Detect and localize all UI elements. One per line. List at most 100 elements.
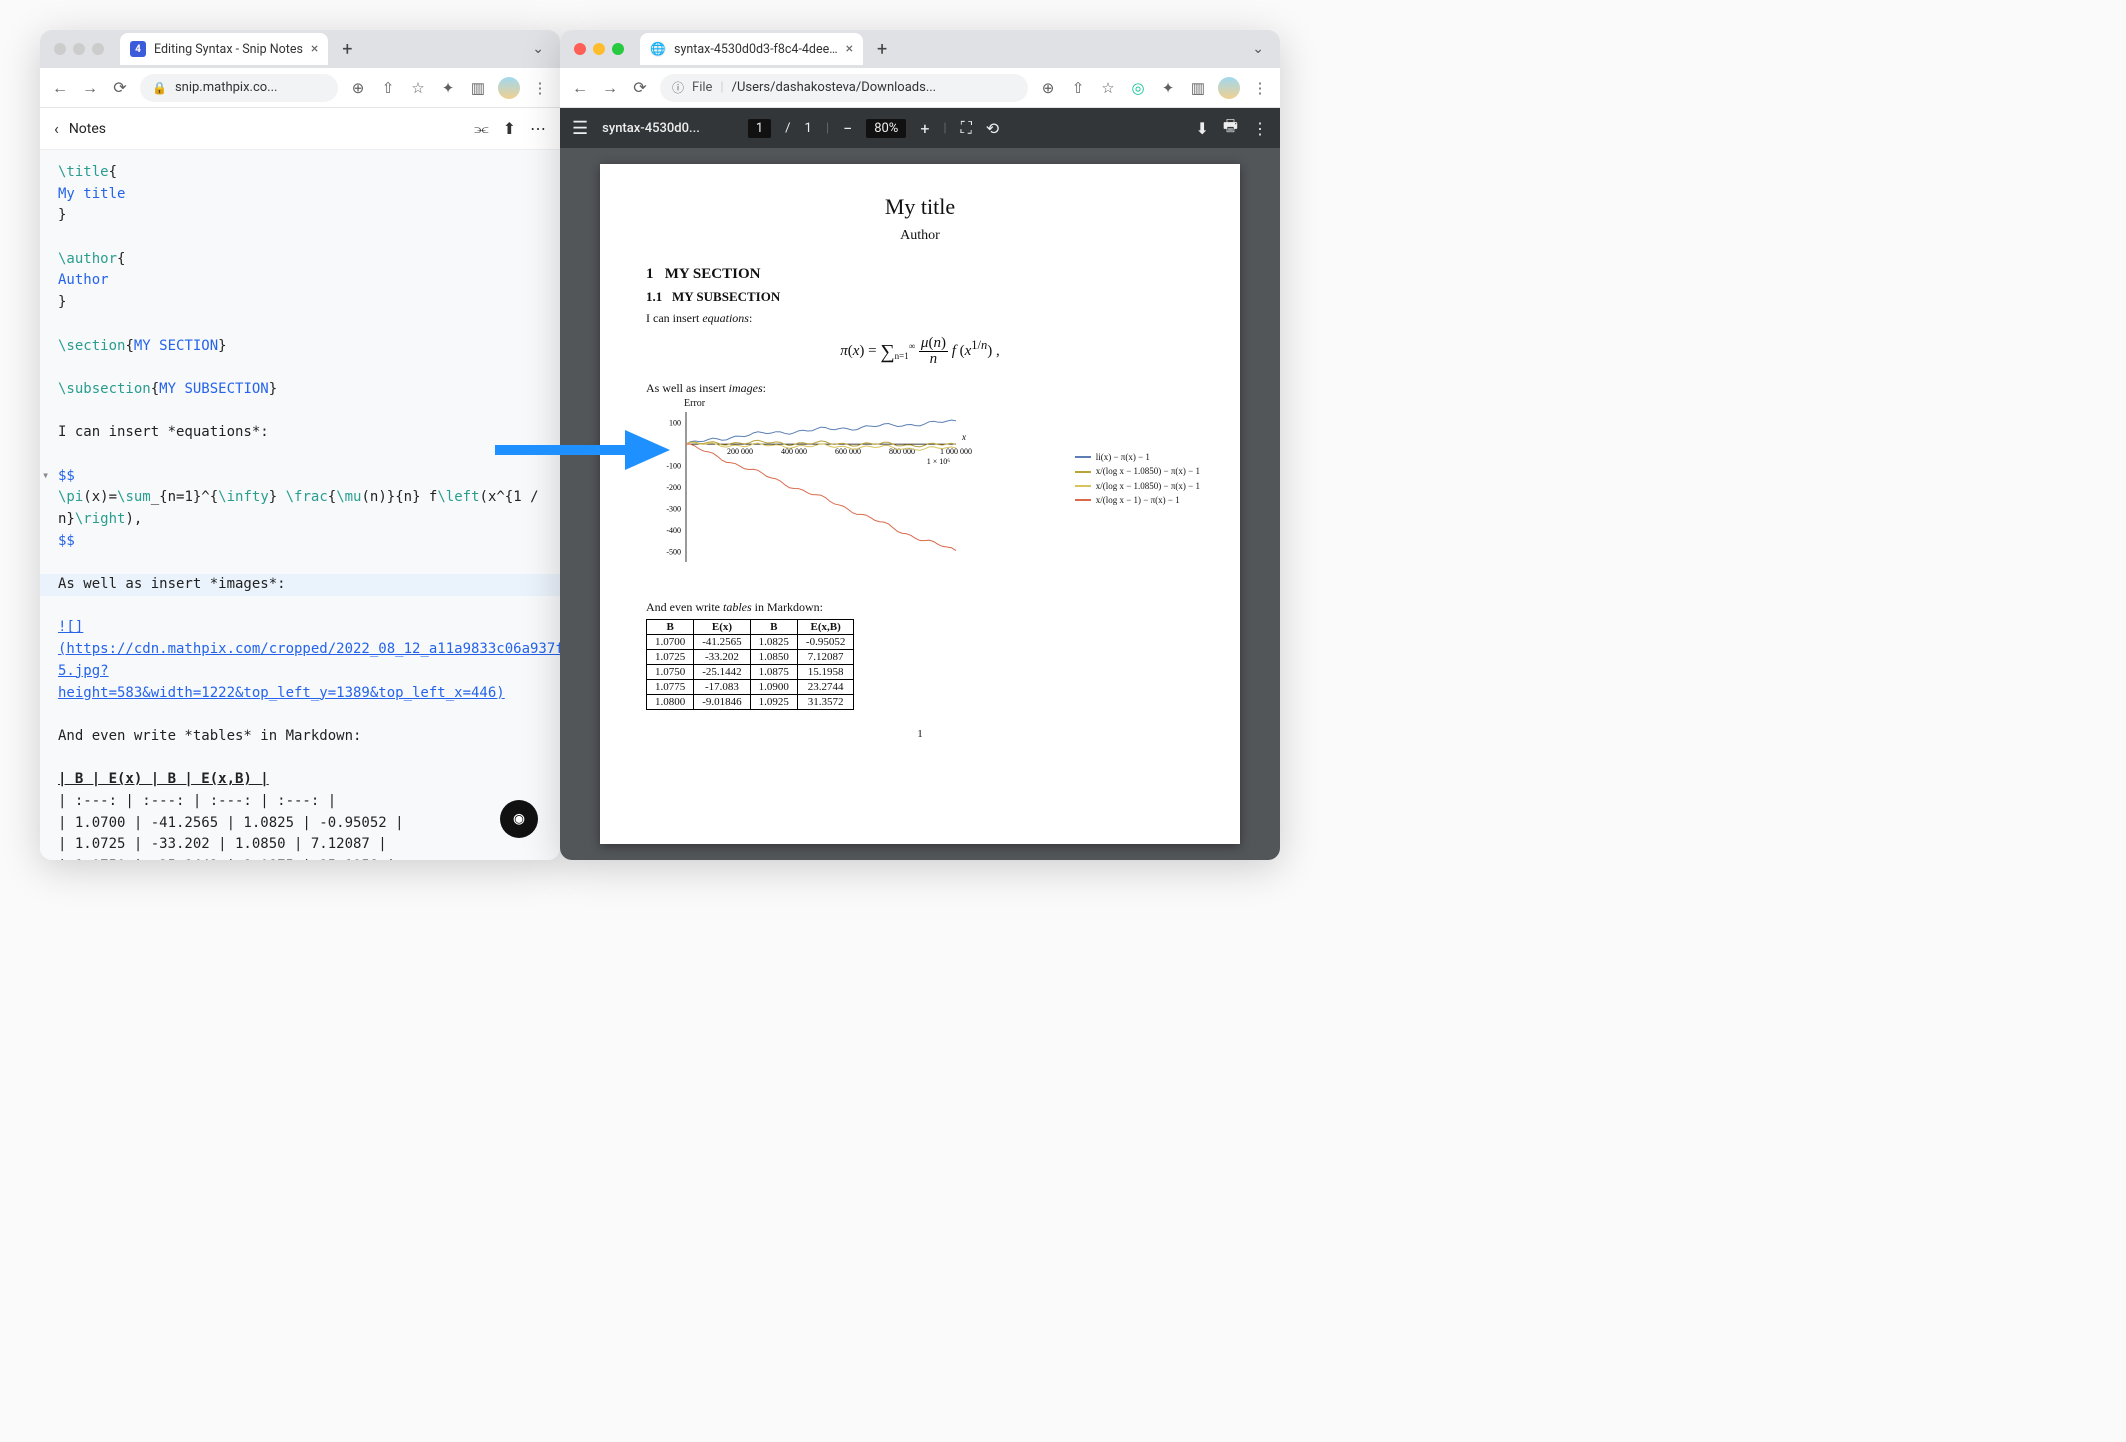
svg-text:-100: -100 — [666, 462, 681, 471]
info-icon: ⓘ — [672, 79, 684, 96]
image-link[interactable]: ![](https://cdn.mathpix.com/cropped/2022… — [58, 619, 560, 657]
reload-icon[interactable]: ⟳ — [630, 78, 650, 97]
address-field[interactable]: 🔒 snip.mathpix.co... — [140, 74, 338, 102]
zoom-dot[interactable] — [612, 43, 624, 55]
menu-icon[interactable]: ⋮ — [1250, 79, 1270, 97]
image-link[interactable]: 5.jpg?height=583&width=1222&top_left_y=1… — [58, 663, 505, 701]
chart: Error -500-400-300-200-100100200 000400 … — [646, 402, 1194, 586]
search-icon[interactable]: ⊕ — [348, 79, 368, 97]
favicon-file: 🌐 — [650, 41, 666, 57]
grammarly-icon[interactable]: ◎ — [1128, 79, 1148, 97]
browser-tab[interactable]: 4 Editing Syntax - Snip Notes × — [120, 33, 328, 65]
url-bar: ← → ⟳ ⓘ File | /Users/dashakosteva/Downl… — [560, 68, 1280, 108]
chart-legend: li(x) − π(x) − 1x/(log x − 1.0850) − π(x… — [1075, 450, 1200, 508]
zoom-out-icon[interactable]: − — [843, 119, 852, 138]
extensions-icon[interactable]: ✦ — [438, 79, 458, 97]
new-tab-button[interactable]: + — [869, 36, 895, 62]
page-current[interactable]: 1 — [748, 119, 771, 138]
svg-text:x: x — [961, 432, 966, 442]
star-icon[interactable]: ☆ — [408, 79, 428, 97]
search-icon[interactable]: ⊕ — [1038, 79, 1058, 97]
more-icon[interactable]: ⋯ — [530, 119, 546, 139]
text-line: And even write *tables* in Markdown: — [58, 726, 546, 748]
profile-avatar[interactable] — [1218, 77, 1240, 99]
minimize-dot[interactable] — [593, 43, 605, 55]
pdf-toolbar: ☰ syntax-4530d0... 1 / 1 | − 80% + | ⛶ ⟲… — [560, 108, 1280, 148]
zoom-dot[interactable] — [92, 43, 104, 55]
chevron-left-icon[interactable]: ‹ — [54, 119, 59, 138]
fold-icon[interactable]: ▾ — [42, 466, 49, 485]
svg-text:-400: -400 — [666, 526, 681, 535]
pdf-filename: syntax-4530d0... — [602, 121, 700, 136]
window-snip: 4 Editing Syntax - Snip Notes × + ⌄ ← → … — [40, 30, 560, 860]
fit-icon[interactable]: ⛶ — [961, 118, 972, 138]
highlighted-line: As well as insert *images*: — [40, 574, 560, 596]
window-controls — [54, 43, 104, 55]
reload-icon[interactable]: ⟳ — [110, 78, 130, 97]
preview-fab[interactable]: ◉ — [500, 800, 538, 838]
paragraph: As well as insert images: — [646, 381, 1194, 396]
share-icon[interactable]: ⇧ — [1068, 79, 1088, 97]
doc-author: Author — [646, 228, 1194, 244]
svg-text:-200: -200 — [666, 483, 681, 492]
chart-svg: -500-400-300-200-100100200 000400 000600… — [646, 402, 1066, 582]
data-table: BE(x)BE(x,B) 1.0700-41.25651.0825-0.9505… — [646, 619, 854, 710]
snip-app-header: ‹ Notes ⫘ ⬆ ⋯ — [40, 108, 560, 150]
share-icon[interactable]: ⫘ — [474, 119, 488, 139]
upload-icon[interactable]: ⬆ — [503, 119, 516, 139]
pdf-viewport[interactable]: My title Author 1 MY SECTION 1.1 MY SUBS… — [560, 148, 1280, 860]
doc-title: My title — [646, 194, 1194, 220]
zoom-in-icon[interactable]: + — [920, 119, 929, 138]
close-icon[interactable]: × — [846, 41, 853, 57]
text-line: I can insert *equations*: — [58, 422, 546, 444]
close-dot[interactable] — [54, 43, 66, 55]
code-editor[interactable]: \title{ My title } \author{ Author } \se… — [40, 150, 560, 860]
page-number: 1 — [646, 728, 1194, 740]
url-bar: ← → ⟳ 🔒 snip.mathpix.co... ⊕ ⇧ ☆ ✦ ▥ ⋮ — [40, 68, 560, 108]
url-text: snip.mathpix.co... — [175, 80, 278, 95]
svg-text:100: 100 — [669, 419, 681, 428]
close-icon[interactable]: × — [311, 41, 318, 57]
tabstrip: 4 Editing Syntax - Snip Notes × + ⌄ — [40, 30, 560, 68]
address-field[interactable]: ⓘ File | /Users/dashakosteva/Downloads..… — [660, 74, 1028, 102]
print-icon[interactable]: 🖶 — [1223, 115, 1238, 142]
hamburger-icon[interactable]: ☰ — [572, 118, 588, 139]
favicon-snip: 4 — [130, 41, 146, 57]
star-icon[interactable]: ☆ — [1098, 79, 1118, 97]
menu-icon[interactable]: ⋮ — [530, 79, 550, 97]
rotate-icon[interactable]: ⟲ — [986, 119, 999, 138]
close-dot[interactable] — [574, 43, 586, 55]
notes-back-label[interactable]: Notes — [69, 121, 106, 137]
zoom-level[interactable]: 80% — [866, 119, 906, 138]
more-icon[interactable]: ⋮ — [1252, 119, 1268, 138]
browser-tab[interactable]: 🌐 syntax-4530d0d3-f8c4-4dee… × — [640, 33, 863, 65]
tabstrip: 🌐 syntax-4530d0d3-f8c4-4dee… × + ⌄ — [560, 30, 1280, 68]
sidepanel-icon[interactable]: ▥ — [468, 79, 488, 97]
tab-overflow-icon[interactable]: ⌄ — [524, 37, 552, 61]
url-text: /Users/dashakosteva/Downloads... — [732, 80, 937, 95]
page-total: 1 — [805, 121, 812, 136]
subsection-heading: 1.1 MY SUBSECTION — [646, 289, 1194, 305]
table-row-md: | 1.0700 | -41.2565 | 1.0825 | -0.95052 … — [58, 813, 546, 835]
window-controls — [574, 43, 624, 55]
svg-text:400 000: 400 000 — [781, 447, 807, 456]
window-pdf: 🌐 syntax-4530d0d3-f8c4-4dee… × + ⌄ ← → ⟳… — [560, 30, 1280, 860]
forward-icon[interactable]: → — [600, 78, 620, 98]
new-tab-button[interactable]: + — [334, 36, 360, 62]
back-icon[interactable]: ← — [50, 78, 70, 98]
table-header-md: | B | E(x) | B | E(x,B) | — [58, 769, 546, 791]
back-icon[interactable]: ← — [570, 78, 590, 98]
extensions-icon[interactable]: ✦ — [1158, 79, 1178, 97]
equation: π(x) = ∑n=1∞ μ(n) n f (x1/n) , — [646, 336, 1194, 367]
share-icon[interactable]: ⇧ — [378, 79, 398, 97]
forward-icon[interactable]: → — [80, 78, 100, 98]
minimize-dot[interactable] — [73, 43, 85, 55]
profile-avatar[interactable] — [498, 77, 520, 99]
svg-text:-500: -500 — [666, 547, 681, 556]
tab-title: Editing Syntax - Snip Notes — [154, 42, 303, 57]
tab-overflow-icon[interactable]: ⌄ — [1244, 37, 1272, 61]
download-icon[interactable]: ⬇ — [1195, 119, 1208, 138]
sidepanel-icon[interactable]: ▥ — [1188, 79, 1208, 97]
lock-icon: 🔒 — [152, 81, 167, 95]
table-row-md: | 1.0725 | -33.202 | 1.0850 | 7.12087 | — [58, 834, 546, 856]
